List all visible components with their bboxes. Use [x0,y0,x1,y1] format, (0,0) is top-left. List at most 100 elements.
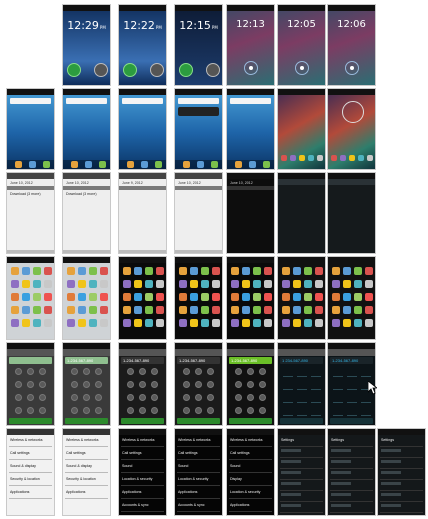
app-icon[interactable] [123,306,131,314]
dock-app-icon[interactable] [43,161,50,168]
dock-app-icon[interactable] [308,155,314,161]
app-icon[interactable] [231,306,239,314]
keypad-key[interactable] [71,381,78,388]
keypad-key[interactable] [39,368,46,375]
app-icon[interactable] [242,267,250,275]
keypad-key[interactable] [71,368,78,375]
settings-item-label[interactable]: Sound & display [10,464,36,468]
keypad-key[interactable] [39,381,46,388]
app-icon[interactable] [343,267,351,275]
app-icon[interactable] [78,293,86,301]
app-icon[interactable] [179,267,187,275]
app-icon[interactable] [89,280,97,288]
app-icon[interactable] [44,267,52,275]
keypad-key[interactable] [27,394,34,401]
dock-app-icon[interactable] [290,155,296,161]
dialer-tabs[interactable] [7,349,54,356]
keypad-key[interactable] [139,368,146,375]
app-icon[interactable] [201,267,209,275]
app-icon[interactable] [190,293,198,301]
settings-item-label[interactable]: Applications [122,490,141,494]
app-icon[interactable] [134,280,142,288]
app-icon[interactable] [354,267,362,275]
app-icon[interactable] [293,267,301,275]
keypad-key[interactable] [333,381,343,390]
dock-app-icon[interactable] [29,161,36,168]
keypad-key[interactable] [195,394,202,401]
app-icon[interactable] [145,280,153,288]
settings-item-label[interactable]: Call settings [122,451,142,455]
keypad-key[interactable] [333,394,343,403]
app-icon[interactable] [304,293,312,301]
keypad-key[interactable] [195,381,202,388]
app-icon[interactable] [44,319,52,327]
dock-app-icon[interactable] [263,161,270,168]
app-icon[interactable] [343,319,351,327]
settings-item-label[interactable]: Applications [66,490,85,494]
app-icon[interactable] [293,306,301,314]
app-icon[interactable] [253,280,261,288]
dialer-tabs[interactable] [278,349,325,356]
keypad-key[interactable] [247,368,254,375]
dialer-tabs[interactable] [328,349,375,356]
sound-toggle-icon[interactable] [94,63,108,77]
settings-item[interactable] [281,482,301,485]
app-icon[interactable] [282,293,290,301]
keypad-key[interactable] [15,407,22,414]
google-search-bar[interactable] [230,98,271,104]
app-icon[interactable] [44,306,52,314]
keypad-key[interactable] [95,394,102,401]
keypad-key[interactable] [259,368,266,375]
dock-app-icon[interactable] [299,155,305,161]
number-display[interactable] [9,357,52,364]
app-icon[interactable] [11,319,19,327]
number-display[interactable]: 1-234-567-890 [177,357,220,364]
app-icon[interactable] [78,280,86,288]
settings-item[interactable] [331,493,351,496]
app-icon[interactable] [253,306,261,314]
app-icon[interactable] [78,267,86,275]
settings-item-label[interactable]: Sound [122,464,132,468]
settings-item-label[interactable]: Settings [331,438,344,442]
app-icon[interactable] [22,319,30,327]
keypad-key[interactable] [283,381,293,390]
settings-item-label[interactable]: Security & location [10,477,40,481]
app-icon[interactable] [179,280,187,288]
keypad-key[interactable] [207,407,214,414]
settings-item[interactable] [331,449,351,452]
app-icon[interactable] [315,319,323,327]
settings-item-label[interactable]: Wireless & networks [230,438,263,442]
app-icon[interactable] [190,306,198,314]
app-icon[interactable] [44,293,52,301]
keypad-key[interactable] [195,407,202,414]
settings-item-label[interactable]: Applications [10,490,29,494]
settings-item-label[interactable]: Accounts & sync [178,503,205,507]
keypad-key[interactable] [195,368,202,375]
dock-app-icon[interactable] [358,155,364,161]
app-icon[interactable] [231,293,239,301]
app-icon[interactable] [44,280,52,288]
dialer-tabs[interactable] [119,349,166,356]
keypad-key[interactable] [151,368,158,375]
app-icon[interactable] [123,280,131,288]
keypad-key[interactable] [347,407,357,416]
settings-item-label[interactable]: Accounts & sync [122,503,149,507]
keypad-key[interactable] [311,368,321,377]
app-icon[interactable] [11,280,19,288]
app-icon[interactable] [212,280,220,288]
settings-item[interactable] [281,449,301,452]
app-icon[interactable] [354,280,362,288]
settings-item-label[interactable]: Wireless & networks [178,438,211,442]
app-icon[interactable] [78,306,86,314]
dock-app-icon[interactable] [349,155,355,161]
keypad-key[interactable] [83,407,90,414]
app-icon[interactable] [365,306,373,314]
settings-item-label[interactable]: Location & security [178,477,208,481]
app-icon[interactable] [156,267,164,275]
sound-toggle-icon[interactable] [206,63,220,77]
app-icon[interactable] [365,293,373,301]
app-icon[interactable] [293,293,301,301]
keypad-key[interactable] [283,394,293,403]
dock-app-icon[interactable] [71,161,78,168]
settings-item-label[interactable]: Applications [178,490,197,494]
